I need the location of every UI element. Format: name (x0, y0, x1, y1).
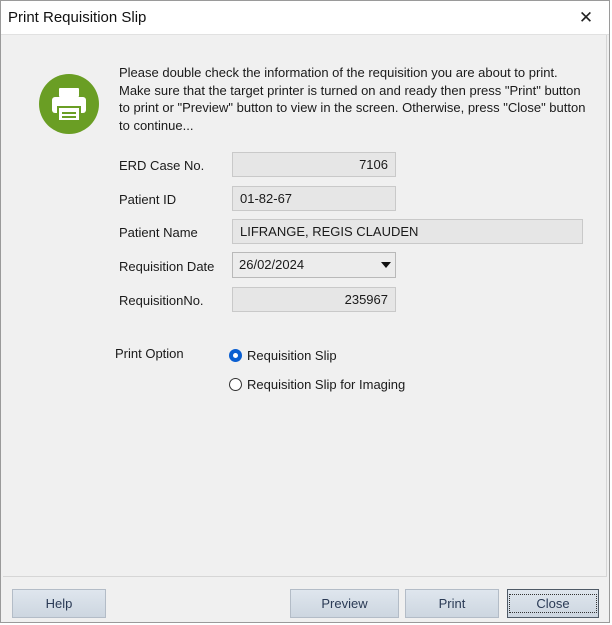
erd-case-field: 7106 (232, 152, 396, 177)
radio-label: Requisition Slip for Imaging (247, 377, 406, 392)
print-requisition-dialog: Print Requisition Slip ✕ Please double c… (0, 0, 610, 623)
radio-requisition-slip[interactable]: Requisition Slip (229, 348, 337, 363)
requisition-date-value: 26/02/2024 (239, 257, 305, 272)
print-option-label: Print Option (115, 346, 184, 361)
radio-requisition-slip-imaging[interactable]: Requisition Slip for Imaging (229, 377, 405, 392)
requisition-date-label: Requisition Date (119, 259, 215, 274)
close-button[interactable]: Close (507, 589, 599, 618)
radio-button-unchecked[interactable] (229, 378, 242, 391)
requisition-no-label: RequisitionNo. (119, 293, 204, 308)
title-bar: Print Requisition Slip ✕ (1, 1, 609, 35)
window-title: Print Requisition Slip (8, 9, 147, 26)
instructions-text: Please double check the information of t… (119, 65, 586, 133)
requisition-date-dropdown[interactable]: 26/02/2024 (232, 252, 396, 278)
patient-id-label: Patient ID (119, 192, 177, 207)
printer-icon (39, 74, 99, 134)
radio-button-checked[interactable] (229, 349, 242, 362)
help-button[interactable]: Help (12, 589, 106, 618)
dialog-body: Please double check the information of t… (3, 35, 607, 577)
close-icon[interactable]: ✕ (563, 1, 609, 34)
chevron-down-icon[interactable] (381, 262, 391, 268)
print-button[interactable]: Print (405, 589, 499, 618)
patient-name-label: Patient Name (119, 225, 198, 240)
requisition-no-field: 235967 (232, 287, 396, 312)
radio-label: Requisition Slip (247, 348, 337, 363)
patient-name-field: LIFRANGE, REGIS CLAUDEN (232, 219, 583, 244)
close-button-label: Close (509, 594, 597, 613)
preview-button[interactable]: Preview (290, 589, 399, 618)
erd-case-label: ERD Case No. (119, 158, 205, 173)
patient-id-field: 01-82-67 (232, 186, 396, 211)
